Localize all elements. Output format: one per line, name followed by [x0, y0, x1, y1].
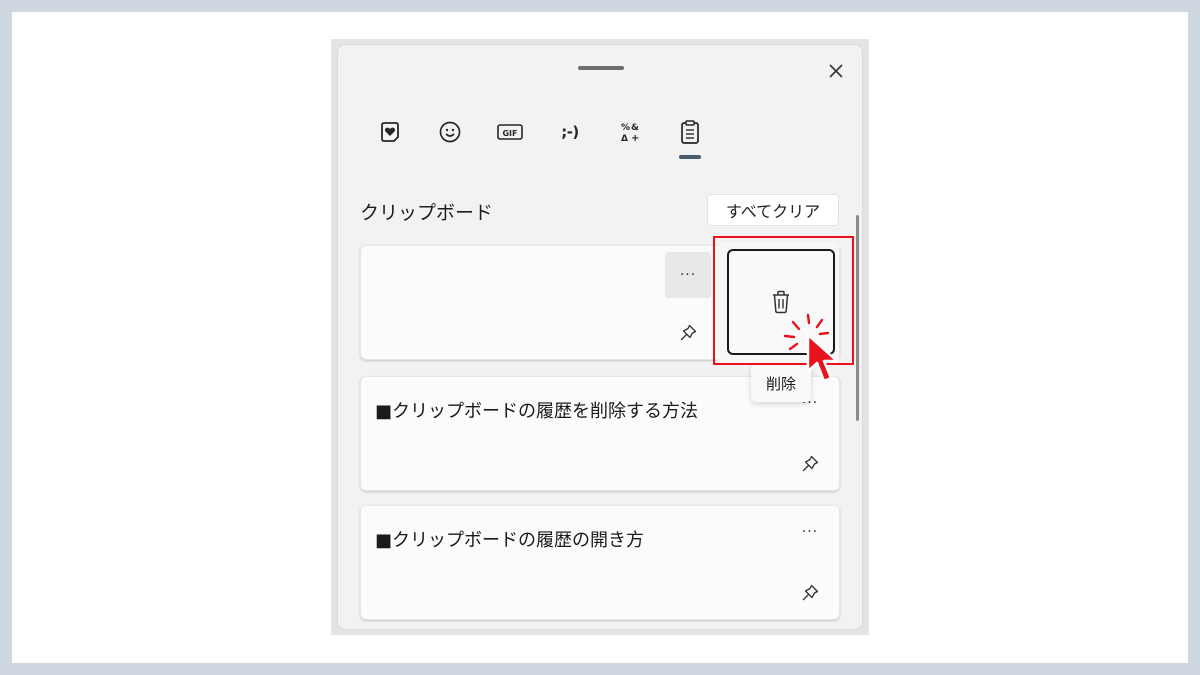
tab-kaomoji-favorites[interactable]	[372, 115, 408, 149]
clear-all-button[interactable]: すべてクリア	[707, 194, 839, 226]
tab-clipboard[interactable]	[672, 115, 708, 149]
clipboard-icon	[681, 120, 699, 144]
svg-text:+: +	[631, 133, 639, 144]
clipboard-item-text: ■クリップボードの履歴の開き方	[375, 530, 645, 551]
pin-icon	[802, 455, 819, 472]
clipboard-title: クリップボード	[360, 202, 494, 224]
clipboard-item-text: ■クリップボードの履歴を削除する方法	[375, 401, 699, 422]
mouse-cursor-icon	[806, 333, 839, 383]
heart-sticker-icon	[381, 122, 399, 142]
smiley-icon	[439, 121, 461, 143]
tab-symbols[interactable]: % & Δ +	[612, 115, 648, 149]
pin-button[interactable]	[675, 320, 701, 346]
svg-text:&: &	[631, 123, 639, 133]
gif-icon: GIF	[497, 124, 523, 140]
pin-button[interactable]	[797, 580, 823, 606]
selected-tab-indicator	[679, 155, 701, 159]
drag-handle[interactable]	[578, 66, 624, 70]
pin-button[interactable]	[797, 451, 823, 477]
svg-text:GIF: GIF	[502, 129, 517, 138]
kaomoji-icon: ;-)	[561, 123, 579, 141]
pin-icon	[802, 584, 819, 601]
tab-kaomoji[interactable]: ;-)	[552, 115, 588, 149]
clipboard-item[interactable]: ■クリップボードの履歴の開き方 ···	[360, 505, 840, 620]
delete-tooltip: 削除	[751, 364, 811, 402]
more-options-button[interactable]: ···	[795, 520, 825, 544]
tab-emoji[interactable]	[432, 115, 468, 149]
close-button[interactable]	[822, 57, 850, 85]
tab-gif[interactable]: GIF	[492, 115, 528, 149]
scrollbar[interactable]	[856, 215, 859, 421]
pin-icon	[680, 324, 697, 341]
svg-text:Δ: Δ	[621, 134, 628, 144]
more-options-button-active[interactable]: ···	[665, 252, 711, 298]
symbols-icon: % & Δ +	[621, 123, 639, 144]
close-icon	[829, 64, 843, 78]
svg-text:%: %	[621, 123, 630, 133]
